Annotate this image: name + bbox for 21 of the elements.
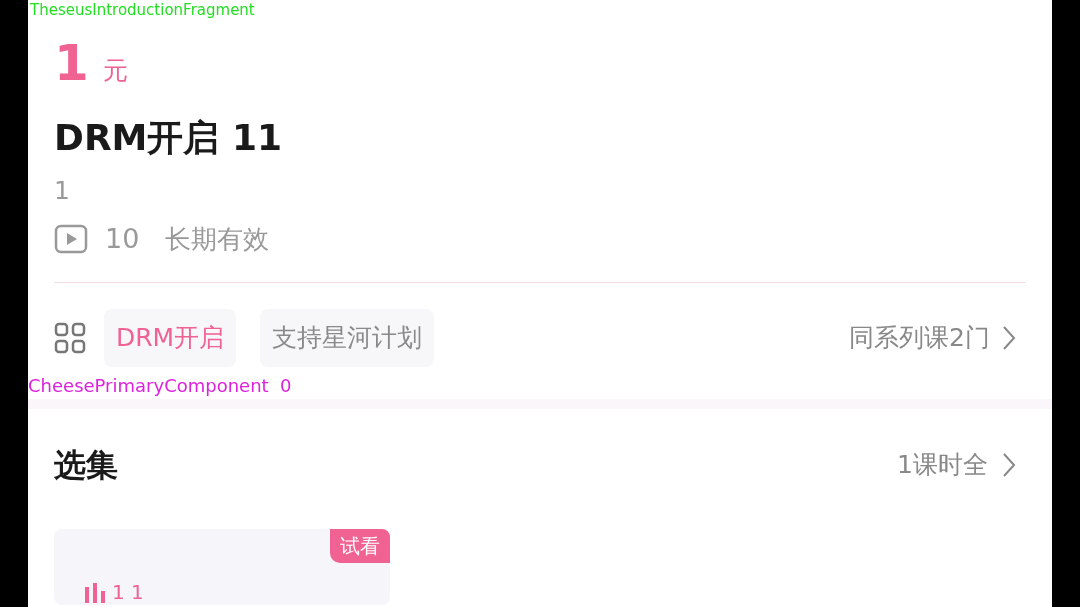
price-unit: 元 xyxy=(102,56,128,86)
tag: 支持星河计划 xyxy=(260,309,435,367)
chevron-right-icon xyxy=(1002,452,1016,478)
series-link[interactable]: 同系列课2门 xyxy=(849,319,1016,357)
tag: DRM开启 xyxy=(104,309,237,367)
debug-label: CheesePrimaryComponent 0 xyxy=(28,375,292,397)
chevron-right-icon xyxy=(1002,325,1016,351)
grid-icon xyxy=(54,322,86,354)
episode-card[interactable]: 试看 1 1 xyxy=(54,529,390,605)
video-count: 10 xyxy=(105,221,140,256)
section-heading: 选集 xyxy=(54,445,118,486)
price-amount: 1 xyxy=(54,38,89,88)
episode-summary-link[interactable]: 1课时全 xyxy=(897,446,1016,484)
trial-badge: 试看 xyxy=(330,529,390,563)
course-subtitle: 1 xyxy=(54,176,71,206)
episode-title: 1 1 xyxy=(112,581,144,603)
debug-label: TheseusIntroductionFragment xyxy=(30,0,255,20)
validity-text: 长期有效 xyxy=(165,222,270,256)
course-title: DRM开启 11 xyxy=(54,118,284,158)
video-play-icon xyxy=(54,224,88,254)
playing-bars-icon xyxy=(84,583,106,603)
